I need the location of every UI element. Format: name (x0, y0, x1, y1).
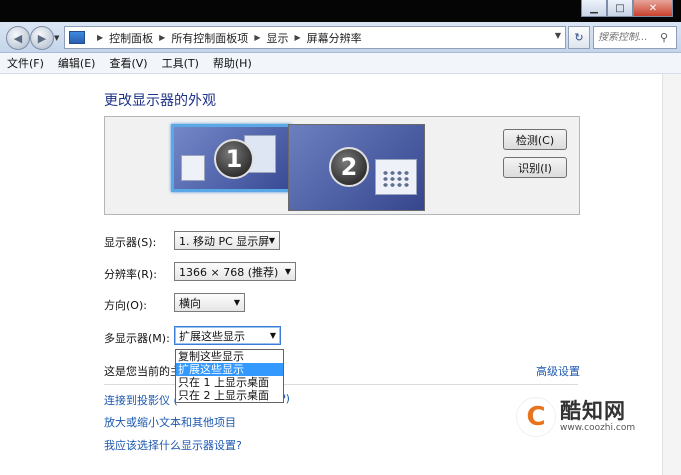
search-icon[interactable]: ⚲ (660, 31, 668, 44)
orientation-label: 方向(O): (104, 299, 147, 312)
detect-button[interactable]: 检测(C) (503, 129, 567, 150)
menu-help[interactable]: 帮助(H) (206, 55, 259, 71)
breadcrumb-separator-icon[interactable]: ▶ (294, 33, 300, 42)
monitor-number-badge: 2 (329, 147, 369, 187)
orientation-select[interactable]: 横向 ▼ (174, 293, 245, 312)
search-input[interactable] (594, 32, 658, 43)
refresh-icon: ↻ (574, 31, 584, 44)
multiple-displays-select[interactable]: 扩展这些显示 ▼ (174, 326, 281, 345)
search-box: ⚲ (593, 26, 677, 49)
forward-arrow-icon: ▶ (37, 31, 47, 45)
multiple-displays-dropdown: 复制这些显示 扩展这些显示 只在 1 上显示桌面 只在 2 上显示桌面 (175, 349, 284, 403)
chevron-down-icon: ▼ (284, 267, 291, 276)
option-duplicate[interactable]: 复制这些显示 (176, 350, 283, 363)
monitor-1-tile[interactable]: 1 (171, 124, 291, 192)
monitor-2-tile[interactable]: 2 (288, 124, 425, 211)
current-primary-text: 这是您当前的主 (104, 365, 181, 378)
menu-bar: 文件(F) 编辑(E) 查看(V) 工具(T) 帮助(H) (0, 53, 681, 74)
monitor-arrangement-panel: 1 2 检测(C) 识别(I) (104, 116, 580, 215)
breadcrumb-display[interactable]: 显示 (266, 30, 288, 46)
chevron-down-icon: ▼ (233, 298, 240, 307)
orientation-select-value: 横向 (179, 296, 201, 310)
back-button[interactable]: ◀ (6, 26, 30, 50)
page-title: 更改显示器的外观 (104, 93, 216, 109)
resolution-select[interactable]: 1366 × 768 (推荐) ▼ (174, 262, 296, 281)
menu-file[interactable]: 文件(F) (0, 55, 51, 71)
window-thumbnail-icon (181, 155, 205, 181)
identify-button[interactable]: 识别(I) (503, 157, 567, 178)
display-select-value: 1. 移动 PC 显示屏 (179, 234, 270, 248)
watermark-url: www.coozhi.com (560, 423, 636, 433)
display-label: 显示器(S): (104, 236, 157, 249)
projector-link[interactable]: 连接到投影仪 ( (104, 392, 178, 408)
menu-edit[interactable]: 编辑(E) (51, 55, 103, 71)
menu-view[interactable]: 查看(V) (102, 55, 154, 71)
breadcrumb-separator-icon[interactable]: ▶ (254, 33, 260, 42)
address-bar: ◀ ▶ ▼ ▶ 控制面板 ▶ 所有控制面板项 ▶ 显示 ▶ 屏幕分辨率 ▼ ↻ … (0, 22, 681, 53)
breadcrumb-control-panel[interactable]: 控制面板 (109, 30, 153, 46)
back-arrow-icon: ◀ (13, 31, 23, 45)
coozhi-logo-icon: C (516, 397, 556, 437)
advanced-settings-link[interactable]: 高级设置 (536, 363, 580, 379)
window-thumbnail-icon (375, 159, 417, 195)
resolution-label: 分辨率(R): (104, 268, 157, 281)
close-button[interactable]: ✕ (633, 0, 673, 17)
watermark: C 酷知网 www.coozhi.com (516, 391, 666, 441)
which-settings-link[interactable]: 我应该选择什么显示器设置? (104, 437, 242, 453)
breadcrumb-screen-resolution[interactable]: 屏幕分辨率 (307, 30, 362, 46)
control-panel-icon (69, 31, 85, 44)
minimize-icon: ▁ (590, 2, 598, 14)
resolution-select-value: 1366 × 768 (推荐) (179, 265, 279, 279)
maximize-icon: □ (615, 2, 625, 14)
display-select[interactable]: 1. 移动 PC 显示屏 ▼ (174, 231, 280, 250)
maximize-button[interactable]: □ (607, 0, 633, 17)
option-only-1[interactable]: 只在 1 上显示桌面 (176, 376, 283, 389)
address-box[interactable]: ▶ 控制面板 ▶ 所有控制面板项 ▶ 显示 ▶ 屏幕分辨率 ▼ (64, 26, 566, 49)
option-extend[interactable]: 扩展这些显示 (176, 363, 283, 376)
close-icon: ✕ (648, 2, 658, 14)
recent-pages-dropdown-icon[interactable]: ▼ (54, 34, 59, 42)
text-size-link[interactable]: 放大或缩小文本和其他项目 (104, 414, 236, 430)
watermark-title: 酷知网 (560, 399, 626, 423)
multiple-displays-label: 多显示器(M): (104, 332, 170, 345)
forward-button[interactable]: ▶ (30, 26, 54, 50)
title-bar: ▁ □ ✕ (0, 0, 681, 22)
option-only-2[interactable]: 只在 2 上显示桌面 (176, 389, 283, 402)
breadcrumb-all-items[interactable]: 所有控制面板项 (171, 30, 248, 46)
chevron-down-icon: ▼ (268, 236, 275, 245)
menu-tools[interactable]: 工具(T) (155, 55, 206, 71)
refresh-button[interactable]: ↻ (568, 26, 590, 49)
breadcrumb: ▶ 控制面板 ▶ 所有控制面板项 ▶ 显示 ▶ 屏幕分辨率 (91, 30, 362, 46)
window-controls: ▁ □ ✕ (581, 0, 673, 17)
minimize-button[interactable]: ▁ (581, 0, 607, 17)
breadcrumb-separator-icon: ▶ (97, 33, 104, 42)
breadcrumb-separator-icon[interactable]: ▶ (159, 33, 165, 42)
multiple-displays-select-value: 扩展这些显示 (179, 329, 245, 343)
address-dropdown-icon[interactable]: ▼ (555, 31, 561, 40)
monitor-number-badge: 1 (214, 139, 254, 179)
chevron-down-icon: ▼ (269, 331, 276, 340)
